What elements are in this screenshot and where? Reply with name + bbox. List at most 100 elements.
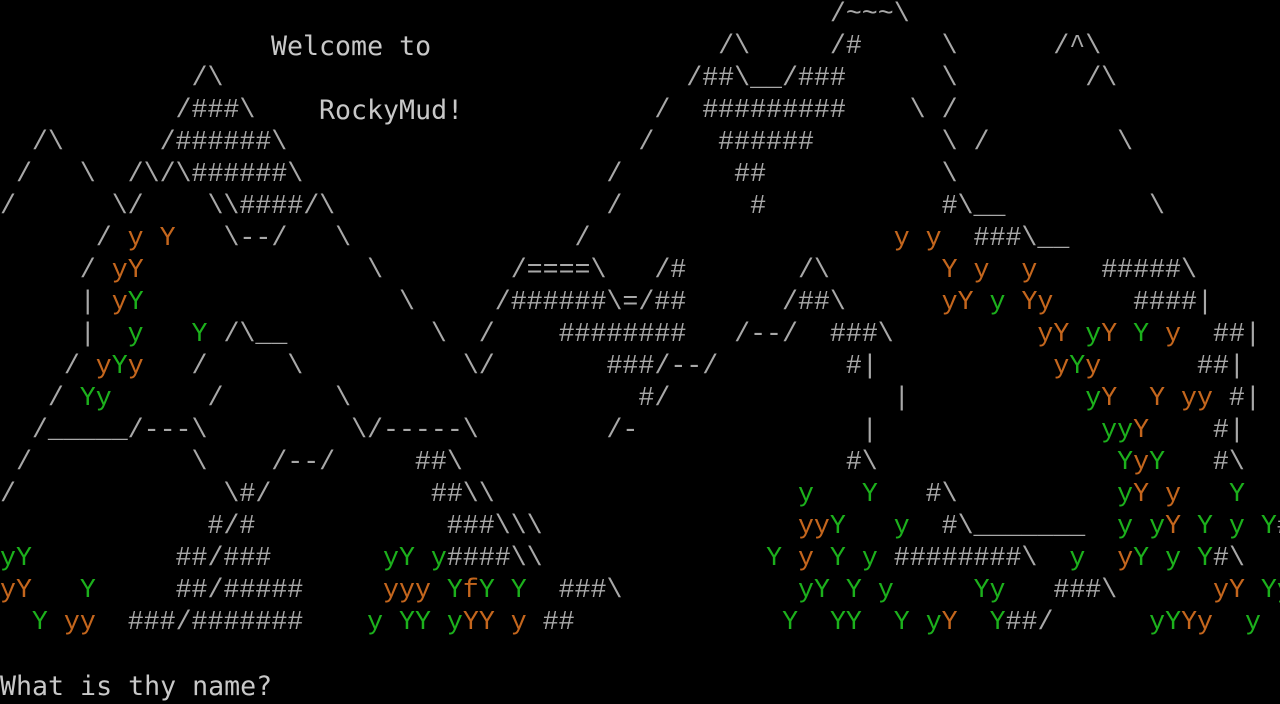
rock-glyphs: ###\__ xyxy=(941,223,1070,253)
tree-glyphs: yy xyxy=(1101,415,1134,445)
rock-glyphs: ###/####### xyxy=(95,607,368,637)
rock-glyphs: /\__ \ / ######## /--/ ###\ xyxy=(207,319,1038,349)
art-row: | yY \ /######\=/## /##\ yY y Yy ####| xyxy=(0,287,1213,317)
rock-glyphs xyxy=(1181,543,1197,573)
art-row: / yYy / \ \/ ###/--/ #| yYy ##| xyxy=(0,351,1245,381)
rock-glyphs: /~~~\ xyxy=(0,0,910,29)
tree-glyphs: f xyxy=(462,575,479,605)
tree-glyphs: Yy xyxy=(1260,575,1280,605)
tree-glyphs: Y xyxy=(79,575,96,605)
rock-glyphs: #\ xyxy=(1245,479,1280,509)
rock-glyphs: /_____/---\ \/-----\ /- | xyxy=(0,415,1102,445)
tree-glyphs: y xyxy=(1069,319,1102,349)
rock-glyphs xyxy=(144,319,192,349)
rock-glyphs: \ /######\=/## /##\ xyxy=(143,287,942,317)
tree-glyphs: yy xyxy=(797,511,830,541)
tree-glyphs: y YY y xyxy=(367,607,463,637)
art-row: /\ /# \ /^\ xyxy=(0,31,1101,61)
art-row: / yY \ /====\ /# /\ Y y y #####\ xyxy=(0,255,1197,285)
rock-glyphs: \--/ \ / xyxy=(175,223,894,253)
rock-glyphs: / xyxy=(0,351,96,381)
rock-glyphs: ###\ xyxy=(526,575,799,605)
art-row: Y yy ###/####### y YY yYY y ## Y YY Y yY… xyxy=(0,607,1261,637)
rock-glyphs: / \#/ ##\\ xyxy=(0,479,798,509)
rock-glyphs xyxy=(1245,511,1261,541)
tree-glyphs: y xyxy=(1149,319,1182,349)
terminal-screen[interactable]: /~~~\ /\ /# \ /^\ /\ /##\__/### \ /\ /##… xyxy=(0,0,1280,704)
tree-glyphs: Y xyxy=(111,351,128,381)
rock-glyphs: ## xyxy=(526,607,783,637)
tree-glyphs: Y y xyxy=(1197,511,1245,541)
rock-glyphs xyxy=(1181,479,1229,509)
tree-glyphs: Y xyxy=(127,255,144,285)
tree-glyphs: Y xyxy=(1133,479,1150,509)
tree-glyphs: Yy xyxy=(79,383,112,413)
rock-glyphs xyxy=(894,575,974,605)
rock-glyphs xyxy=(495,607,511,637)
art-row: /\ /######\ / ###### \ / \ xyxy=(0,127,1133,157)
rock-glyphs: /\ /######\ / ###### \ / \ xyxy=(0,127,1134,157)
rock-glyphs xyxy=(1213,607,1245,637)
tree-glyphs: yY xyxy=(1149,607,1182,637)
rock-glyphs: ##/##### xyxy=(95,575,384,605)
tree-glyphs: Y xyxy=(989,607,1006,637)
art-row: | y Y /\__ \ / ######## /--/ ###\ yY yY … xyxy=(0,319,1261,349)
tree-glyphs: y xyxy=(893,511,910,541)
rock-glyphs: #| xyxy=(1212,383,1261,413)
tree-glyphs: Y xyxy=(941,607,958,637)
rock-glyphs: / \ /\/\######\ / ## \ xyxy=(0,159,958,189)
tree-glyphs: Y xyxy=(1101,383,1118,413)
tree-glyphs: Y y xyxy=(1133,543,1182,573)
tree-glyphs: y xyxy=(1085,383,1102,413)
rock-glyphs: #\ xyxy=(877,479,1118,509)
tree-glyphs: y xyxy=(1117,543,1134,573)
art-row: yY Y ##/##### yyy YfY Y ###\ yY Y y Yy #… xyxy=(0,575,1280,605)
tree-glyphs: y Y xyxy=(127,223,176,253)
tree-glyphs: Y xyxy=(861,479,878,509)
tree-glyphs: yY Y y xyxy=(798,575,894,605)
tree-glyphs: Y xyxy=(1021,287,1038,317)
rock-glyphs xyxy=(1117,383,1149,413)
tree-glyphs: Y xyxy=(430,575,463,605)
tree-glyphs: y xyxy=(1133,447,1150,477)
tree-glyphs: Y xyxy=(1260,511,1277,541)
tree-glyphs: Y xyxy=(1117,319,1150,349)
rock-glyphs: | xyxy=(0,287,112,317)
name-input-cursor[interactable] xyxy=(272,671,288,701)
tree-glyphs: y xyxy=(1037,287,1054,317)
rock-glyphs: / \ /--/ ##\ #\ xyxy=(0,447,1118,477)
tree-glyphs: yy xyxy=(63,607,96,637)
tree-glyphs: Y xyxy=(1101,319,1118,349)
rock-glyphs: #####\ xyxy=(1037,255,1197,285)
tree-glyphs: Y xyxy=(957,287,974,317)
art-row: /_____/---\ \/-----\ /- | yyY #| xyxy=(0,415,1245,445)
rock-glyphs: #| xyxy=(1149,415,1245,445)
tree-glyphs: Y yy xyxy=(1149,383,1213,413)
art-row: /###\ / ######### \ / xyxy=(0,95,1069,125)
tree-glyphs: y xyxy=(1069,543,1086,573)
rock-glyphs xyxy=(0,607,32,637)
rock-glyphs: ##/ xyxy=(1005,607,1150,637)
tree-glyphs: yY xyxy=(1212,575,1245,605)
rock-glyphs: / xyxy=(0,255,112,285)
tree-glyphs: Y xyxy=(31,607,48,637)
art-row: /\ /##\__/### \ /\ xyxy=(0,63,1118,93)
rock-glyphs: / \ #/ | xyxy=(111,383,1086,413)
art-row: yY ##/### yY y####\\ Y y Y y ########\ y… xyxy=(0,543,1245,573)
tree-glyphs: Y y y xyxy=(941,255,1038,285)
rock-glyphs xyxy=(1149,479,1165,509)
rock-glyphs xyxy=(910,607,926,637)
tree-glyphs: y xyxy=(95,351,112,381)
tree-glyphs: y xyxy=(797,543,814,573)
tree-glyphs: yY xyxy=(0,543,32,573)
rock-glyphs: /###\ / ######### \ / xyxy=(0,95,1070,125)
tree-glyphs: yY y xyxy=(383,543,447,573)
art-row: / \#/ ##\\ y Y #\ yY y Y #\ xyxy=(0,479,1280,509)
rock-glyphs: / xyxy=(0,383,80,413)
art-row: / y Y \--/ \ / y y ###\__ xyxy=(0,223,1070,253)
tree-glyphs: y xyxy=(1244,607,1261,637)
tree-glyphs: Yy xyxy=(1181,607,1214,637)
ascii-mountain-art: /~~~\ /\ /# \ /^\ /\ /##\__/### \ /\ /##… xyxy=(0,0,1280,638)
tree-glyphs: y xyxy=(1117,479,1134,509)
art-row: / Yy / \ #/ | yY Y yy #| xyxy=(0,383,1261,413)
